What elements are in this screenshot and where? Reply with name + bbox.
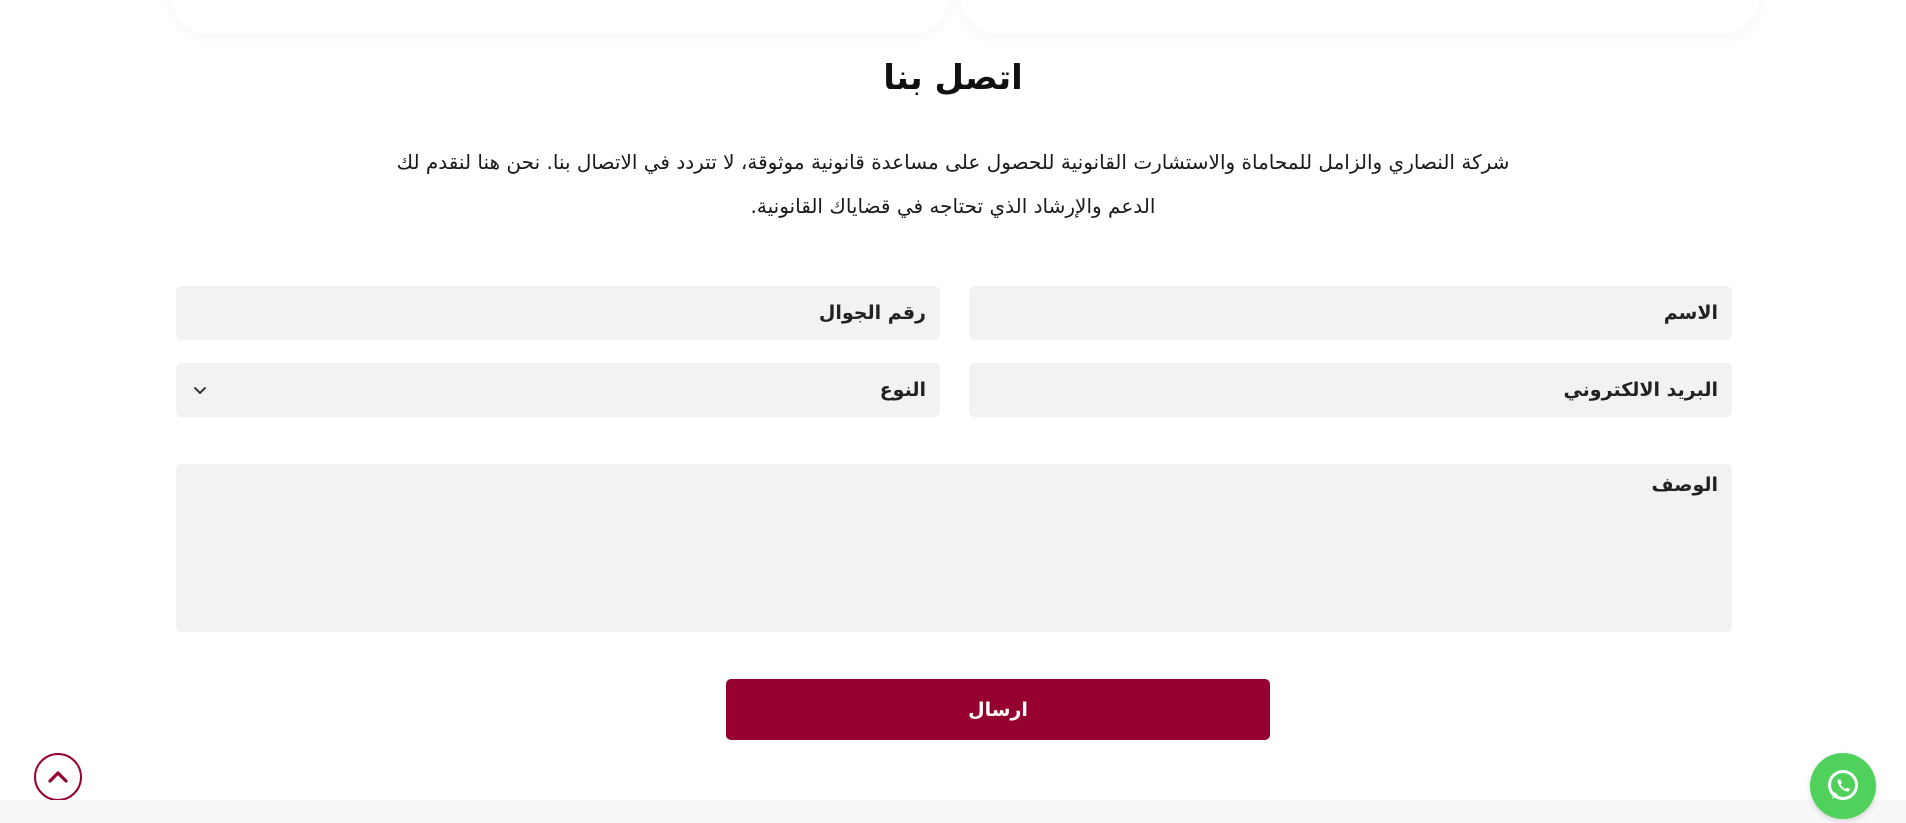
type-select[interactable]: النوع [176,363,940,417]
description-textarea-placeholder: الوصف [1651,474,1718,496]
previous-card-left [170,0,950,34]
contact-page: اتصل بنا شركة النصاري والزامل للمحاماة و… [0,0,1906,823]
description-line-1: شركة النصاري والزامل للمحاماة والاستشارت… [396,150,1510,174]
contact-description: شركة النصاري والزامل للمحاماة والاستشارت… [375,140,1531,228]
mobile-field-placeholder: رقم الجوال [818,302,926,324]
contact-title: اتصل بنا [883,58,1023,98]
chevron-down-icon [190,380,210,400]
previous-section-cards [0,0,1906,36]
whatsapp-button[interactable] [1810,753,1876,819]
submit-button[interactable]: ارسال [726,679,1270,740]
submit-button-label: ارسال [968,698,1028,721]
scroll-to-top-button[interactable] [34,753,82,801]
whatsapp-icon [1823,766,1863,806]
mobile-field[interactable]: رقم الجوال [176,286,940,340]
name-field-placeholder: الاسم [1663,302,1718,324]
description-textarea[interactable]: الوصف [176,464,1732,632]
previous-card-right [960,0,1760,34]
chevron-up-icon [44,763,72,791]
name-field[interactable]: الاسم [969,286,1732,340]
email-field[interactable]: البريد الالكتروني [969,363,1732,417]
footer-strip [0,800,1906,823]
email-field-placeholder: البريد الالكتروني [1563,379,1718,401]
description-line-2: الدعم والإرشاد الذي تحتاجه في قضاياك الق… [750,194,1156,218]
type-select-value: النوع [879,379,926,401]
